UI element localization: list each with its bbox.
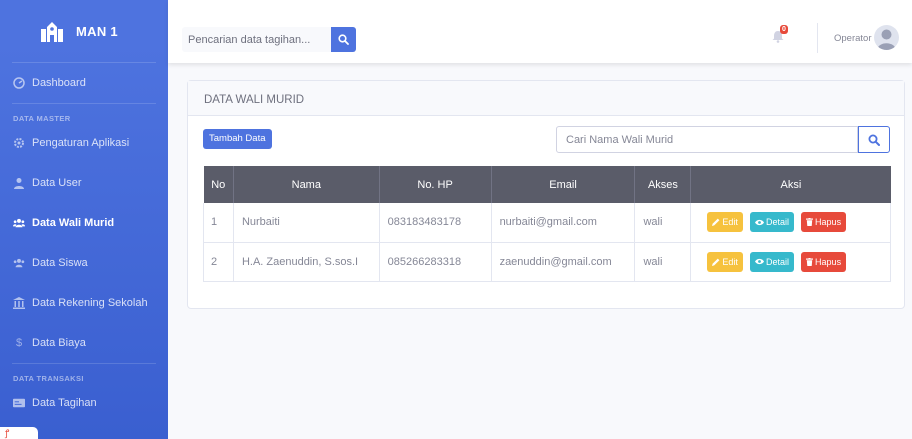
wali-murid-card: DATA WALI MURID Tambah Data No Nama No. … <box>187 80 905 309</box>
search-wali-button[interactable] <box>858 126 890 153</box>
sidebar-heading-transaksi: DATA TRANSAKSI <box>13 374 84 383</box>
cell-hp: 083183483178 <box>379 203 492 242</box>
table-header-row: No Nama No. HP Email Akses Aksi <box>203 166 891 203</box>
sidebar-item-dashboard[interactable]: Dashboard <box>0 63 168 103</box>
sidebar-item-data-wali-murid[interactable]: Data Wali Murid <box>0 203 168 243</box>
sidebar-item-label: Data Siswa <box>32 257 88 269</box>
cell-email: zaenuddin@gmail.com <box>491 242 636 281</box>
user-icon <box>13 177 25 189</box>
cell-nama: H.A. Zaenuddin, S.sos.I <box>233 242 380 281</box>
dashboard-icon <box>13 77 25 89</box>
user-name[interactable]: Operator <box>834 33 872 44</box>
hapus-label: Hapus <box>815 256 842 267</box>
alerts-button[interactable]: 0 <box>772 25 788 44</box>
sidebar-item-label: Data Wali Murid <box>32 217 115 229</box>
edit-label: Edit <box>722 217 738 228</box>
brand-name: MAN 1 <box>76 23 118 39</box>
cell-aksi: Edit Detail Hapus <box>690 203 891 242</box>
bank-icon <box>13 297 25 309</box>
edit-button[interactable]: Edit <box>707 251 743 272</box>
column-header: No <box>203 166 234 203</box>
trash-icon <box>806 257 814 266</box>
sidebar-item-data-tagihan[interactable]: Data Tagihan <box>0 383 168 423</box>
corner-badge-icon: ꝭ <box>0 427 38 439</box>
search-icon <box>338 34 349 45</box>
sidebar-item-label: Data User <box>32 177 82 189</box>
sidebar-item-data-rekening[interactable]: Data Rekening Sekolah <box>0 283 168 323</box>
wali-murid-table: No Nama No. HP Email Akses Aksi 1 Nurbai… <box>203 166 891 282</box>
gear-icon <box>13 137 25 149</box>
delete-button[interactable]: Hapus <box>801 212 847 233</box>
cell-akses: wali <box>634 242 692 281</box>
user-avatar-icon <box>877 29 896 50</box>
sidebar-item-data-biaya[interactable]: $ Data Biaya <box>0 323 168 363</box>
detail-label: Detail <box>765 217 789 228</box>
card-search <box>556 126 890 153</box>
sidebar-item-label: Data Tagihan <box>32 397 97 409</box>
eye-icon <box>754 258 764 265</box>
search-button[interactable] <box>331 27 356 52</box>
trash-icon <box>806 218 814 227</box>
column-header: No. HP <box>379 166 492 203</box>
users-icon <box>13 257 25 269</box>
column-header: Nama <box>233 166 380 203</box>
column-header: Aksi <box>780 178 802 191</box>
cell-email: nurbaiti@gmail.com <box>491 203 636 242</box>
cell-nama: Nurbaiti <box>233 203 380 242</box>
search-input[interactable] <box>182 27 331 52</box>
eye-icon <box>754 219 764 225</box>
delete-button[interactable]: Hapus <box>801 251 847 272</box>
cell-no: 1 <box>203 203 234 242</box>
sidebar-item-data-user[interactable]: Data User <box>0 163 168 203</box>
invoice-icon <box>13 397 25 409</box>
column-header: Akses <box>634 166 692 203</box>
table-row: 1 Nurbaiti 083183483178 nurbaiti@gmail.c… <box>203 203 891 242</box>
cell-akses: wali <box>634 203 692 242</box>
detail-button[interactable]: Detail <box>749 251 794 272</box>
users-icon <box>13 217 25 229</box>
sidebar-item-label: Pengaturan Aplikasi <box>32 137 130 149</box>
search-wali-input[interactable] <box>556 126 858 153</box>
topbar-search <box>182 27 356 52</box>
sidebar-item-label: Data Rekening Sekolah <box>32 297 148 309</box>
table-row: 2 H.A. Zaenuddin, S.sos.I 085266283318 z… <box>203 242 891 281</box>
column-header: Email <box>491 166 636 203</box>
topbar-divider <box>817 23 818 53</box>
detail-button[interactable]: Detail <box>749 212 794 233</box>
topbar: 0 Operator <box>168 0 912 63</box>
alert-count-badge: 0 <box>780 25 788 34</box>
edit-label: Edit <box>722 256 738 267</box>
sidebar-item-pengaturan[interactable]: Pengaturan Aplikasi <box>0 123 168 163</box>
add-data-button[interactable]: Tambah Data <box>203 129 272 149</box>
avatar[interactable] <box>874 25 899 50</box>
dollar-icon: $ <box>15 337 23 349</box>
sidebar-item-label: Dashboard <box>32 77 86 89</box>
search-icon <box>868 134 880 146</box>
detail-label: Detail <box>765 256 789 267</box>
cell-no: 2 <box>203 242 234 281</box>
brand[interactable]: MAN 1 <box>12 0 156 63</box>
sidebar-item-label: Data Biaya <box>32 337 86 349</box>
hapus-label: Hapus <box>815 217 842 228</box>
cell-hp: 085266283318 <box>379 242 492 281</box>
school-icon <box>40 20 64 42</box>
pencil-icon <box>712 258 720 266</box>
cell-aksi: Edit Detail Hapus <box>690 242 891 281</box>
edit-button[interactable]: Edit <box>707 212 743 233</box>
sidebar-item-data-siswa[interactable]: Data Siswa <box>0 243 168 283</box>
sidebar-heading-master: DATA MASTER <box>13 114 71 123</box>
pencil-icon <box>712 218 720 227</box>
card-title: DATA WALI MURID <box>188 81 904 116</box>
sidebar: MAN 1 Dashboard DATA MASTER Pengaturan A… <box>0 0 168 439</box>
